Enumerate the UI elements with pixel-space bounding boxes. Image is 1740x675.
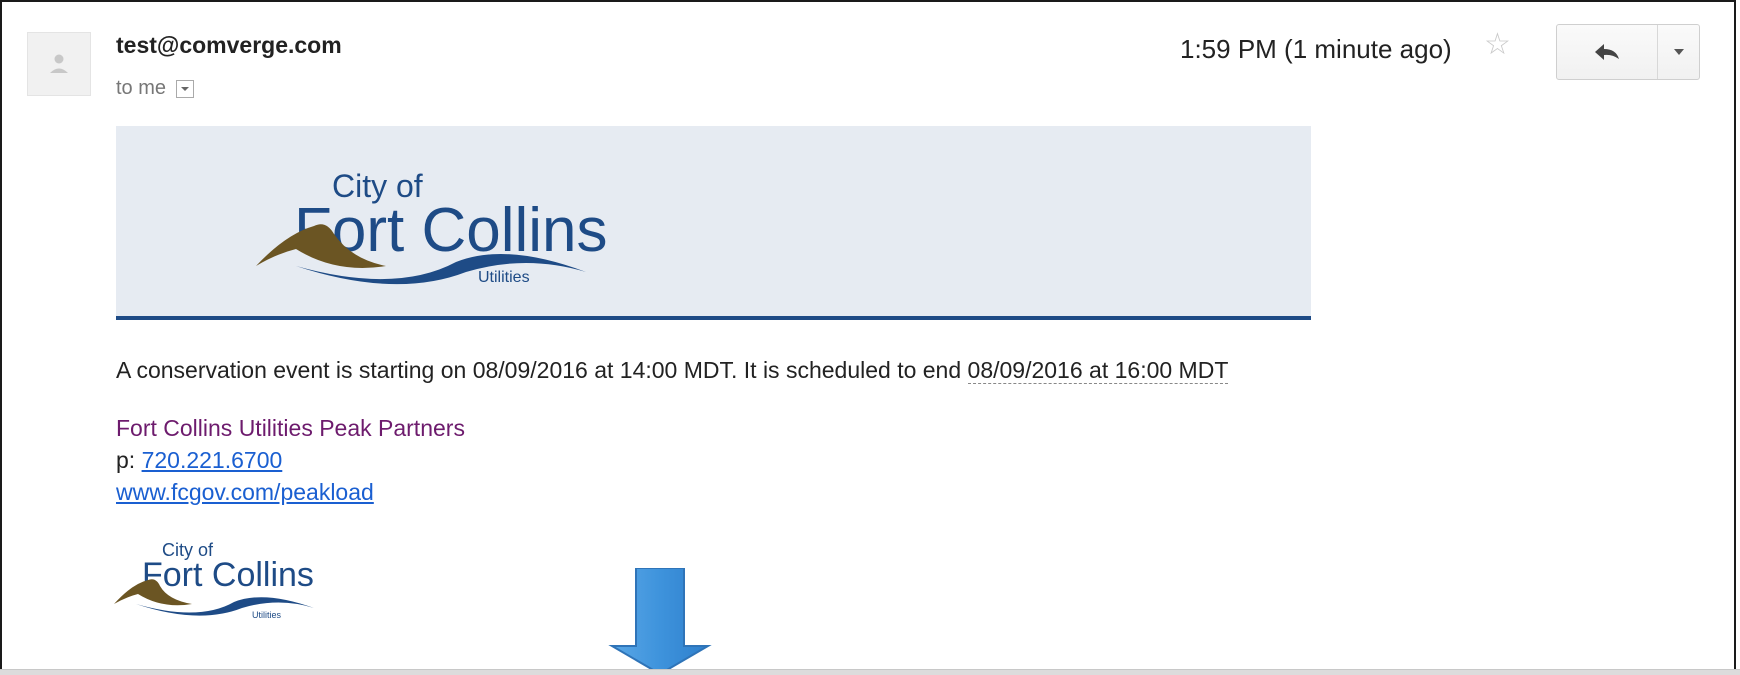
phone-label: p: <box>116 447 142 473</box>
phone-link[interactable]: 720.221.6700 <box>142 447 283 473</box>
svg-text:Utilities: Utilities <box>478 269 530 286</box>
signature-url-row: www.fcgov.com/peakload <box>116 479 374 506</box>
person-icon <box>50 54 68 73</box>
reply-icon <box>1595 44 1619 60</box>
down-arrow-icon <box>608 568 712 674</box>
svg-text:Fort Collins: Fort Collins <box>142 556 314 594</box>
svg-text:Utilities: Utilities <box>252 610 282 620</box>
recipient-row: to me <box>116 77 195 100</box>
reply-button[interactable] <box>1557 25 1658 79</box>
message-timestamp: 1:59 PM (1 minute ago) <box>1180 34 1452 64</box>
more-actions-button[interactable] <box>1658 25 1699 79</box>
recipient-details-dropdown[interactable] <box>176 79 195 98</box>
sender-email[interactable]: test@comverge.com <box>116 32 342 59</box>
chevron-down-icon <box>181 86 190 91</box>
email-banner: City of Fort Collins Utilities <box>116 126 1311 320</box>
star-icon[interactable]: ☆ <box>1484 30 1511 60</box>
reply-button-group <box>1556 24 1700 80</box>
recipient-label: to me <box>116 77 167 99</box>
website-link[interactable]: www.fcgov.com/peakload <box>116 479 374 505</box>
signature-phone-row: p: 720.221.6700 <box>116 447 282 474</box>
sender-avatar[interactable] <box>27 32 91 96</box>
bottom-divider <box>0 669 1740 675</box>
message-text: A conservation event is starting on 08/0… <box>116 357 968 383</box>
signature-name: Fort Collins Utilities Peak Partners <box>116 415 465 441</box>
fort-collins-utilities-logo: City of Fort Collins Utilities <box>256 168 608 286</box>
event-end-datetime[interactable]: 08/09/2016 at 16:00 MDT <box>967 357 1229 384</box>
message-body: A conservation event is starting on 08/0… <box>116 357 1229 384</box>
fort-collins-small-logo: City of Fort Collins Utilities <box>114 540 314 620</box>
chevron-down-icon <box>1673 49 1684 55</box>
